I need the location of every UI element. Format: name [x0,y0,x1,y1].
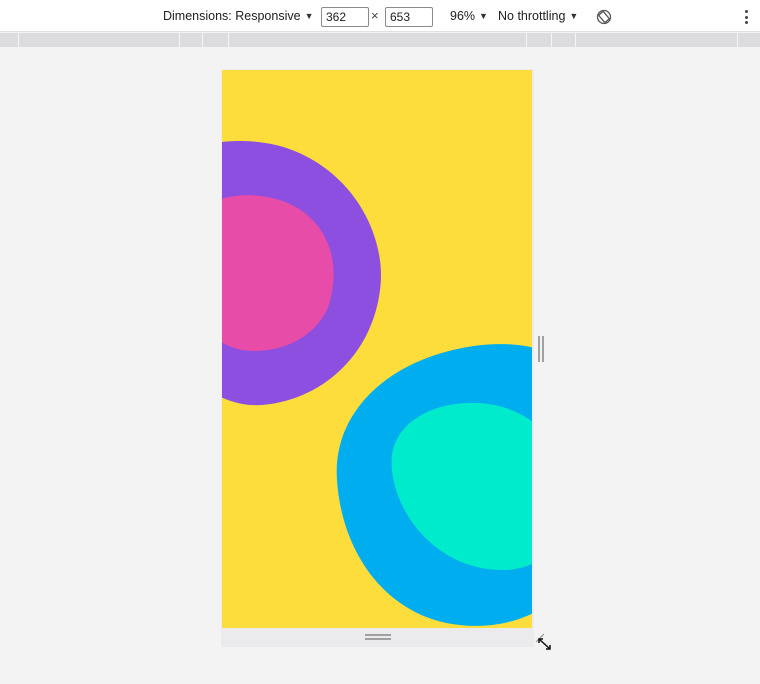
dimensions-dropdown[interactable]: Dimensions: Responsive ▼ [163,0,313,32]
chevron-down-icon: ▼ [304,11,314,21]
resize-handle-right[interactable] [537,336,545,362]
times-symbol: × [371,8,379,23]
height-input[interactable] [385,7,433,27]
resize-corner-icon[interactable] [533,630,555,652]
chevron-down-icon: ▼ [569,11,579,21]
zoom-label: 96% [450,9,476,23]
throttling-dropdown[interactable]: No throttling ▼ [498,0,578,32]
width-input[interactable] [321,7,369,27]
zoom-dropdown[interactable]: 96% ▼ [450,0,488,32]
more-options-icon[interactable] [741,9,751,25]
throttling-label: No throttling [498,9,566,23]
chevron-down-icon: ▼ [479,11,488,21]
device-toolbar: Dimensions: Responsive ▼ × 96% ▼ No thro… [0,0,760,32]
dimensions-label: Dimensions: Responsive [163,9,301,23]
rotate-icon[interactable] [596,9,612,25]
device-viewport [222,70,532,628]
media-query-ruler [0,33,760,47]
resize-handle-bottom[interactable] [365,634,391,640]
